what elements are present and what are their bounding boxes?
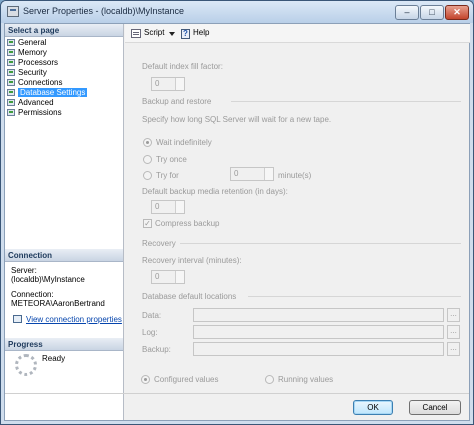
page-icon [7,49,15,56]
script-button[interactable]: Script [144,28,164,37]
page-icon [7,69,15,76]
page-icon [7,39,15,46]
configured-values-label: Configured values [154,375,219,384]
compress-backup-checkbox[interactable]: ✓ [143,219,152,228]
ok-button[interactable]: OK [353,400,393,415]
page-icon [7,89,15,96]
left-pane: Select a page General Memory Processors … [5,24,124,420]
wait-indefinitely-radio[interactable] [143,138,152,147]
page-icon [7,99,15,106]
log-path-input[interactable] [193,325,444,339]
page-icon [7,79,15,86]
recovery-header: Recovery [142,239,176,248]
minutes-label: minute(s) [278,171,312,180]
backup-path-browse-button[interactable]: ... [447,342,460,356]
script-icon[interactable] [131,29,141,38]
page-icon [7,109,15,116]
close-icon: ✕ [453,7,461,17]
backup-path-label: Backup: [142,345,171,354]
backup-restore-header: Backup and restore [142,97,212,106]
page-icon [7,59,15,66]
wait-indefinitely-label: Wait indefinitely [156,138,212,147]
server-value: (localdb)\MyInstance [11,275,85,284]
progress-status: Ready [42,354,66,363]
running-values-radio[interactable] [265,375,274,384]
select-page-header: Select a page [5,24,123,37]
footer-divider [5,393,469,394]
connection-label: Connection: [11,290,54,299]
configured-values-radio[interactable] [141,375,150,384]
view-connection-properties-link[interactable]: View connection properties [26,315,122,324]
try-for-label: Try for [156,171,179,180]
data-path-label: Data: [142,311,162,320]
connection-properties-icon [13,315,22,323]
page-security[interactable]: Security [7,68,121,78]
recovery-divider [180,243,461,244]
try-for-radio[interactable] [143,171,152,180]
window-title: Server Properties - (localdb)\MyInstance [23,6,185,16]
progress-spinner-icon [15,354,37,376]
page-database-settings[interactable]: Database Settings [7,88,121,98]
title-bar[interactable]: Server Properties - (localdb)\MyInstance… [1,1,473,23]
page-advanced[interactable]: Advanced [7,98,121,108]
cancel-button[interactable]: Cancel [409,400,461,415]
fill-factor-label: Default index fill factor: [142,62,223,71]
maximize-icon: □ [429,7,435,17]
backup-wait-prompt: Specify how long SQL Server will wait fo… [142,115,332,124]
compress-backup-label: Compress backup [155,219,220,228]
script-dropdown-icon[interactable] [169,32,175,36]
right-pane: Script Help Default index fill factor: 0… [125,24,470,420]
progress-header: Progress [5,338,123,351]
running-values-label: Running values [278,375,334,384]
connection-value: METEORA\AaronBertrand [11,299,105,308]
dialog-body: Select a page General Memory Processors … [4,23,470,421]
retention-spinner[interactable]: 0 [151,200,185,214]
minimize-icon: ‒ [404,7,410,17]
log-path-label: Log: [142,328,158,337]
minimize-button[interactable]: ‒ [395,5,419,20]
app-icon [7,6,19,17]
page-memory[interactable]: Memory [7,48,121,58]
server-properties-window: Server Properties - (localdb)\MyInstance… [0,0,474,425]
page-permissions[interactable]: Permissions [7,108,121,118]
page-connections[interactable]: Connections [7,78,121,88]
close-button[interactable]: ✕ [445,5,469,20]
page-processors[interactable]: Processors [7,58,121,68]
help-button[interactable]: Help [193,28,209,37]
toolbar: Script Help [125,24,470,43]
try-once-radio[interactable] [143,155,152,164]
server-label: Server: [11,266,37,275]
page-general[interactable]: General [7,38,121,48]
backup-path-input[interactable] [193,342,444,356]
fill-factor-spinner[interactable]: 0 [151,77,185,91]
recovery-interval-label: Recovery interval (minutes): [142,256,242,265]
help-icon[interactable] [181,29,190,39]
data-path-input[interactable] [193,308,444,322]
try-once-label: Try once [156,155,187,164]
backup-restore-divider [231,101,461,102]
retention-label: Default backup media retention (in days)… [142,187,288,196]
checkmark-icon: ✓ [144,219,151,228]
try-for-spinner[interactable]: 0 [230,167,274,181]
maximize-button[interactable]: □ [420,5,444,20]
db-locations-header: Database default locations [142,292,237,301]
log-path-browse-button[interactable]: ... [447,325,460,339]
db-locations-divider [248,296,461,297]
data-path-browse-button[interactable]: ... [447,308,460,322]
connection-header: Connection [5,249,123,262]
recovery-interval-spinner[interactable]: 0 [151,270,185,284]
